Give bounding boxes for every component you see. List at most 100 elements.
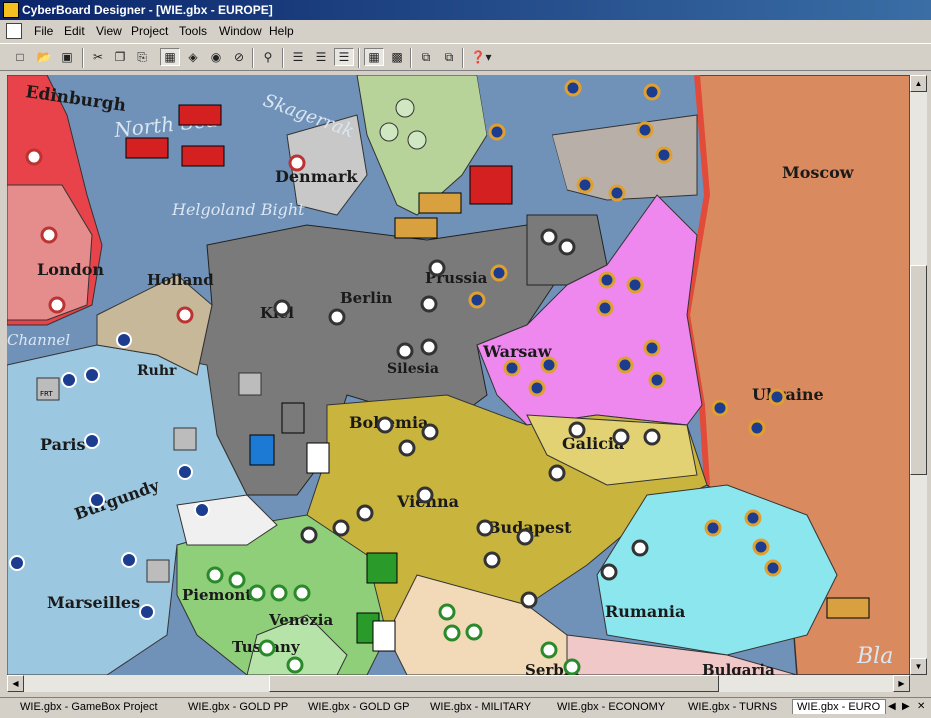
tab-europe[interactable]: WIE.gbx - EURO xyxy=(792,699,886,714)
unit-marker-austria[interactable] xyxy=(643,428,661,446)
menu-project[interactable]: Project xyxy=(131,24,168,38)
unit-marker-neutral[interactable] xyxy=(379,122,399,142)
unit-marker-france[interactable] xyxy=(61,372,77,388)
tab-turns[interactable]: WIE.gbx - TURNS xyxy=(688,701,777,713)
tab-scroll-right-icon[interactable]: ▶ xyxy=(902,701,910,712)
tab-gamebox-project[interactable]: WIE.gbx - GameBox Project xyxy=(20,701,158,713)
tool-icon-2[interactable]: ◈ xyxy=(183,48,203,66)
unit-marker-britain[interactable] xyxy=(48,296,66,314)
tab-scroll-left-icon[interactable]: ◀ xyxy=(888,701,896,712)
unit-marker-france[interactable] xyxy=(139,604,155,620)
unit-marker-austria[interactable] xyxy=(332,519,350,537)
unit-marker-germany[interactable] xyxy=(558,238,576,256)
menu-tools[interactable]: Tools xyxy=(179,24,207,38)
menu-window[interactable]: Window xyxy=(219,24,262,38)
map-view[interactable]: Edinburgh North Sea Skagerrak Denmark He… xyxy=(7,75,910,675)
leader-counter[interactable] xyxy=(249,434,275,466)
unit-marker-russia[interactable] xyxy=(643,339,661,357)
help-icon[interactable]: ❓▾ xyxy=(468,48,494,66)
unit-marker-austria[interactable] xyxy=(631,539,649,557)
unit-marker-italy[interactable] xyxy=(443,624,461,642)
scroll-left-button[interactable]: ◀ xyxy=(7,675,24,692)
unit-marker-russia[interactable] xyxy=(752,538,770,556)
fleet-counter-germany[interactable] xyxy=(418,192,462,214)
menu-edit[interactable]: Edit xyxy=(64,24,85,38)
unit-marker-russia[interactable] xyxy=(608,184,626,202)
leader-counter[interactable] xyxy=(469,165,513,205)
unit-marker-russia[interactable] xyxy=(488,123,506,141)
unit-marker-germany[interactable] xyxy=(420,295,438,313)
scroll-up-button[interactable]: ▲ xyxy=(910,75,927,92)
stack-icon-1[interactable]: ⧉ xyxy=(416,48,436,66)
unit-marker-france[interactable] xyxy=(177,464,193,480)
unit-marker-austria[interactable] xyxy=(520,591,538,609)
tab-gold-pp[interactable]: WIE.gbx - GOLD PP xyxy=(188,701,288,713)
unit-marker-austria[interactable] xyxy=(476,519,494,537)
unit-marker-germany[interactable] xyxy=(540,228,558,246)
select-tool-icon[interactable]: ▦ xyxy=(160,48,180,66)
unit-marker-russia[interactable] xyxy=(490,264,508,282)
unit-marker-austria[interactable] xyxy=(376,416,394,434)
unit-marker-italy[interactable] xyxy=(258,639,276,657)
unit-marker-denmark[interactable] xyxy=(288,154,306,172)
unit-marker-france[interactable] xyxy=(116,332,132,348)
horizontal-scroll-thumb[interactable] xyxy=(269,675,719,692)
unit-marker-italy[interactable] xyxy=(438,603,456,621)
unit-marker-germany[interactable] xyxy=(420,338,438,356)
unit-marker-austria[interactable] xyxy=(356,504,374,522)
close-icon[interactable]: ✕ xyxy=(917,701,925,712)
leader-counter[interactable] xyxy=(366,552,398,584)
unit-marker-russia[interactable] xyxy=(768,388,786,406)
tab-military[interactable]: WIE.gbx - MILITARY xyxy=(430,701,531,713)
unit-marker-france[interactable] xyxy=(194,502,210,518)
unit-marker-italy[interactable] xyxy=(248,584,266,602)
leader-counter[interactable] xyxy=(281,402,305,434)
unit-marker-germany[interactable] xyxy=(428,259,446,277)
layers-icon-2[interactable]: ☰ xyxy=(311,48,331,66)
fleet-counter-britain[interactable] xyxy=(125,137,169,159)
unit-marker-austria[interactable] xyxy=(483,551,501,569)
unit-marker-austria[interactable] xyxy=(568,421,586,439)
open-folder-icon[interactable]: 📂 xyxy=(34,48,54,66)
scroll-right-button[interactable]: ▶ xyxy=(893,675,910,692)
unit-marker-russia[interactable] xyxy=(503,359,521,377)
unit-marker-germany[interactable] xyxy=(396,342,414,360)
fleet-counter-britain[interactable] xyxy=(178,104,222,126)
unit-marker-france[interactable] xyxy=(89,492,105,508)
unit-marker-austria[interactable] xyxy=(612,428,630,446)
unit-marker-france[interactable] xyxy=(84,367,100,383)
vertical-scroll-thumb[interactable] xyxy=(910,265,927,475)
unit-marker-britain[interactable] xyxy=(25,148,43,166)
save-icon[interactable]: ▣ xyxy=(57,48,77,66)
unit-marker-austria[interactable] xyxy=(416,486,434,504)
layers-icon-3[interactable]: ☰ xyxy=(334,48,354,66)
unit-marker-austria[interactable] xyxy=(600,563,618,581)
horizontal-scrollbar[interactable]: ◀ ▶ xyxy=(7,675,910,692)
unit-marker-russia[interactable] xyxy=(540,356,558,374)
unit-marker-neutral[interactable] xyxy=(395,98,415,118)
unit-marker-germany[interactable] xyxy=(273,299,291,317)
fortress-marker[interactable] xyxy=(146,559,170,583)
unit-marker-russia[interactable] xyxy=(711,399,729,417)
unit-marker-russia[interactable] xyxy=(643,83,661,101)
unit-marker-russia[interactable] xyxy=(655,146,673,164)
unit-marker-russia[interactable] xyxy=(636,121,654,139)
fleet-counter-britain[interactable] xyxy=(181,145,225,167)
leader-counter[interactable] xyxy=(306,442,330,474)
unit-marker-italy[interactable] xyxy=(465,623,483,641)
unit-marker-russia[interactable] xyxy=(596,299,614,317)
unit-marker-france[interactable] xyxy=(84,433,100,449)
menu-file[interactable]: File xyxy=(34,24,53,38)
vertical-scrollbar[interactable]: ▲ ▼ xyxy=(910,75,927,675)
unit-marker-russia[interactable] xyxy=(748,419,766,437)
unit-marker-russia[interactable] xyxy=(468,291,486,309)
unit-marker-neutral[interactable] xyxy=(407,130,427,150)
unit-marker-austria[interactable] xyxy=(421,423,439,441)
unit-marker-russia[interactable] xyxy=(564,79,582,97)
unit-marker-russia[interactable] xyxy=(576,176,594,194)
tab-gold-gp[interactable]: WIE.gbx - GOLD GP xyxy=(308,701,409,713)
unit-marker-italy[interactable] xyxy=(228,571,246,589)
menu-view[interactable]: View xyxy=(96,24,122,38)
fleet-counter-russia[interactable] xyxy=(826,597,870,619)
tab-economy[interactable]: WIE.gbx - ECONOMY xyxy=(557,701,665,713)
